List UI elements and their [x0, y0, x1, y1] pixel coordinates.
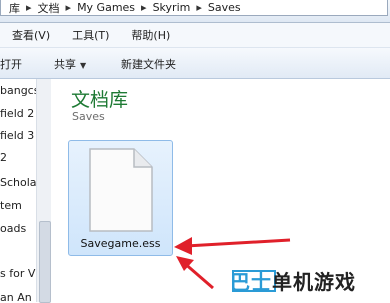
- arrow-to-filename: [174, 237, 291, 255]
- library-title: 文档库: [71, 89, 129, 111]
- breadcrumb-item-saves[interactable]: Saves: [208, 1, 241, 14]
- breadcrumb-chevron-icon[interactable]: ▸: [141, 1, 147, 14]
- nav-item[interactable]: Schola: [0, 176, 37, 189]
- menu-tools[interactable]: 工具(T): [72, 27, 109, 43]
- nav-item[interactable]: field 2: [0, 107, 34, 120]
- watermark-text-accent: 巴士: [230, 270, 272, 294]
- breadcrumb-item-documents[interactable]: 文档: [38, 0, 60, 15]
- library-subtitle: Saves: [72, 110, 105, 123]
- file-name: Savegame.ess: [80, 237, 161, 250]
- breadcrumb[interactable]: 库 ▸ 文档 ▸ My Games ▸ Skyrim ▸ Saves: [0, 0, 388, 16]
- watermark-logo: 巴士单机游戏: [230, 266, 356, 295]
- watermark-text: 巴士单机游戏: [230, 270, 356, 294]
- breadcrumb-chevron-icon[interactable]: ▸: [26, 1, 32, 14]
- breadcrumb-item-library[interactable]: 库: [9, 0, 20, 15]
- breadcrumb-item-my-games[interactable]: My Games: [77, 1, 135, 14]
- dropdown-arrow-icon: ▼: [80, 61, 87, 70]
- share-button-label: 共享: [54, 58, 76, 71]
- menu-bar: 查看(V) 工具(T) 帮助(H): [0, 23, 390, 48]
- command-toolbar: 打开 共享 ▼ 新建文件夹: [0, 48, 390, 79]
- file-item[interactable]: Savegame.ess: [68, 140, 173, 256]
- nav-item[interactable]: 2: [0, 151, 7, 164]
- nav-item[interactable]: field 3: [0, 129, 34, 142]
- menu-view[interactable]: 查看(V): [12, 27, 50, 43]
- address-bar: 库 ▸ 文档 ▸ My Games ▸ Skyrim ▸ Saves: [0, 0, 390, 23]
- nav-scrollbar[interactable]: [36, 79, 51, 303]
- nav-item[interactable]: oads: [0, 222, 26, 235]
- arrow-to-watermark: [176, 256, 214, 290]
- breadcrumb-chevron-icon[interactable]: ▸: [196, 1, 202, 14]
- breadcrumb-chevron-icon[interactable]: ▸: [66, 1, 72, 14]
- nav-item[interactable]: s for V: [0, 267, 35, 280]
- menu-help[interactable]: 帮助(H): [131, 27, 170, 43]
- nav-item[interactable]: tem: [0, 199, 22, 212]
- nav-scrollbar-thumb[interactable]: [39, 221, 51, 303]
- new-folder-button[interactable]: 新建文件夹: [121, 56, 176, 72]
- watermark-text-main: 单机游戏: [272, 270, 356, 294]
- breadcrumb-item-skyrim[interactable]: Skyrim: [153, 1, 191, 14]
- nav-item[interactable]: an An: [0, 291, 32, 302]
- nav-item[interactable]: bangcs: [0, 84, 39, 97]
- share-button[interactable]: 共享 ▼: [54, 56, 86, 72]
- open-button[interactable]: 打开: [0, 56, 22, 72]
- document-icon: [89, 148, 153, 232]
